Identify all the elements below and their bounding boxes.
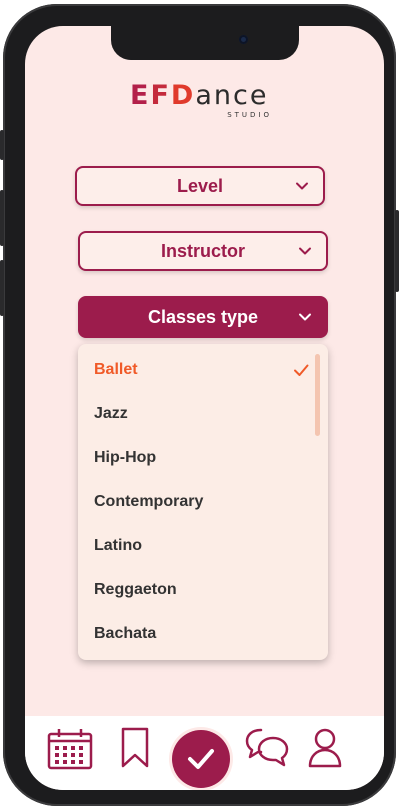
option-jazz[interactable]: Jazz (94, 402, 128, 426)
option-bachata[interactable]: Bachata (94, 622, 156, 646)
calendar-icon (47, 729, 93, 770)
instructor-select[interactable]: Instructor (78, 231, 328, 271)
logo-letter-f: F (150, 80, 171, 111)
side-button (0, 260, 4, 316)
level-select[interactable]: Level (75, 166, 325, 206)
tab-profile[interactable] (308, 728, 342, 768)
bookmark-icon (121, 727, 149, 768)
classes-type-select-label: Classes type (147, 306, 259, 327)
level-select-label: Level (176, 175, 224, 196)
tab-calendar[interactable] (47, 728, 93, 770)
notch (111, 26, 299, 60)
chat-icon (245, 728, 289, 767)
tab-bookmarks[interactable] (120, 727, 150, 769)
option-contemporary[interactable]: Contemporary (94, 490, 203, 514)
logo-letter-d: D (170, 80, 196, 111)
chevron-down-icon (299, 247, 311, 255)
brand-logo: EFDance STUDIO (130, 80, 290, 120)
logo-wordmark: EFDance (130, 80, 268, 112)
camera-icon (239, 35, 248, 44)
dropdown-scrollbar[interactable] (315, 354, 320, 436)
option-latino[interactable]: Latino (94, 534, 142, 558)
logo-rest: ance (195, 80, 269, 111)
check-icon (188, 749, 214, 769)
chevron-down-icon (296, 182, 308, 190)
bottom-tab-bar (25, 716, 384, 790)
instructor-select-label: Instructor (160, 240, 245, 261)
checkmark-icon (294, 364, 309, 376)
option-hip-hop[interactable]: Hip-Hop (94, 446, 156, 470)
classes-type-select[interactable]: Classes type (78, 296, 328, 338)
logo-subtitle: STUDIO (227, 111, 272, 119)
option-ballet[interactable]: Ballet (94, 358, 138, 382)
app-screen: EFDance STUDIO Level Instructor Classes … (25, 26, 384, 790)
phone-frame: EFDance STUDIO Level Instructor Classes … (0, 4, 399, 806)
user-icon (308, 728, 342, 768)
chevron-down-icon (299, 313, 311, 321)
tab-messages[interactable] (245, 728, 289, 768)
option-reggaeton[interactable]: Reggaeton (94, 578, 177, 602)
side-button (0, 190, 4, 246)
side-button (0, 130, 4, 160)
side-button (395, 210, 399, 292)
classes-type-dropdown: Ballet Jazz Hip-Hop Contemporary Latino … (78, 344, 328, 660)
logo-letter-e: E (130, 80, 151, 111)
tab-check[interactable] (172, 730, 230, 788)
